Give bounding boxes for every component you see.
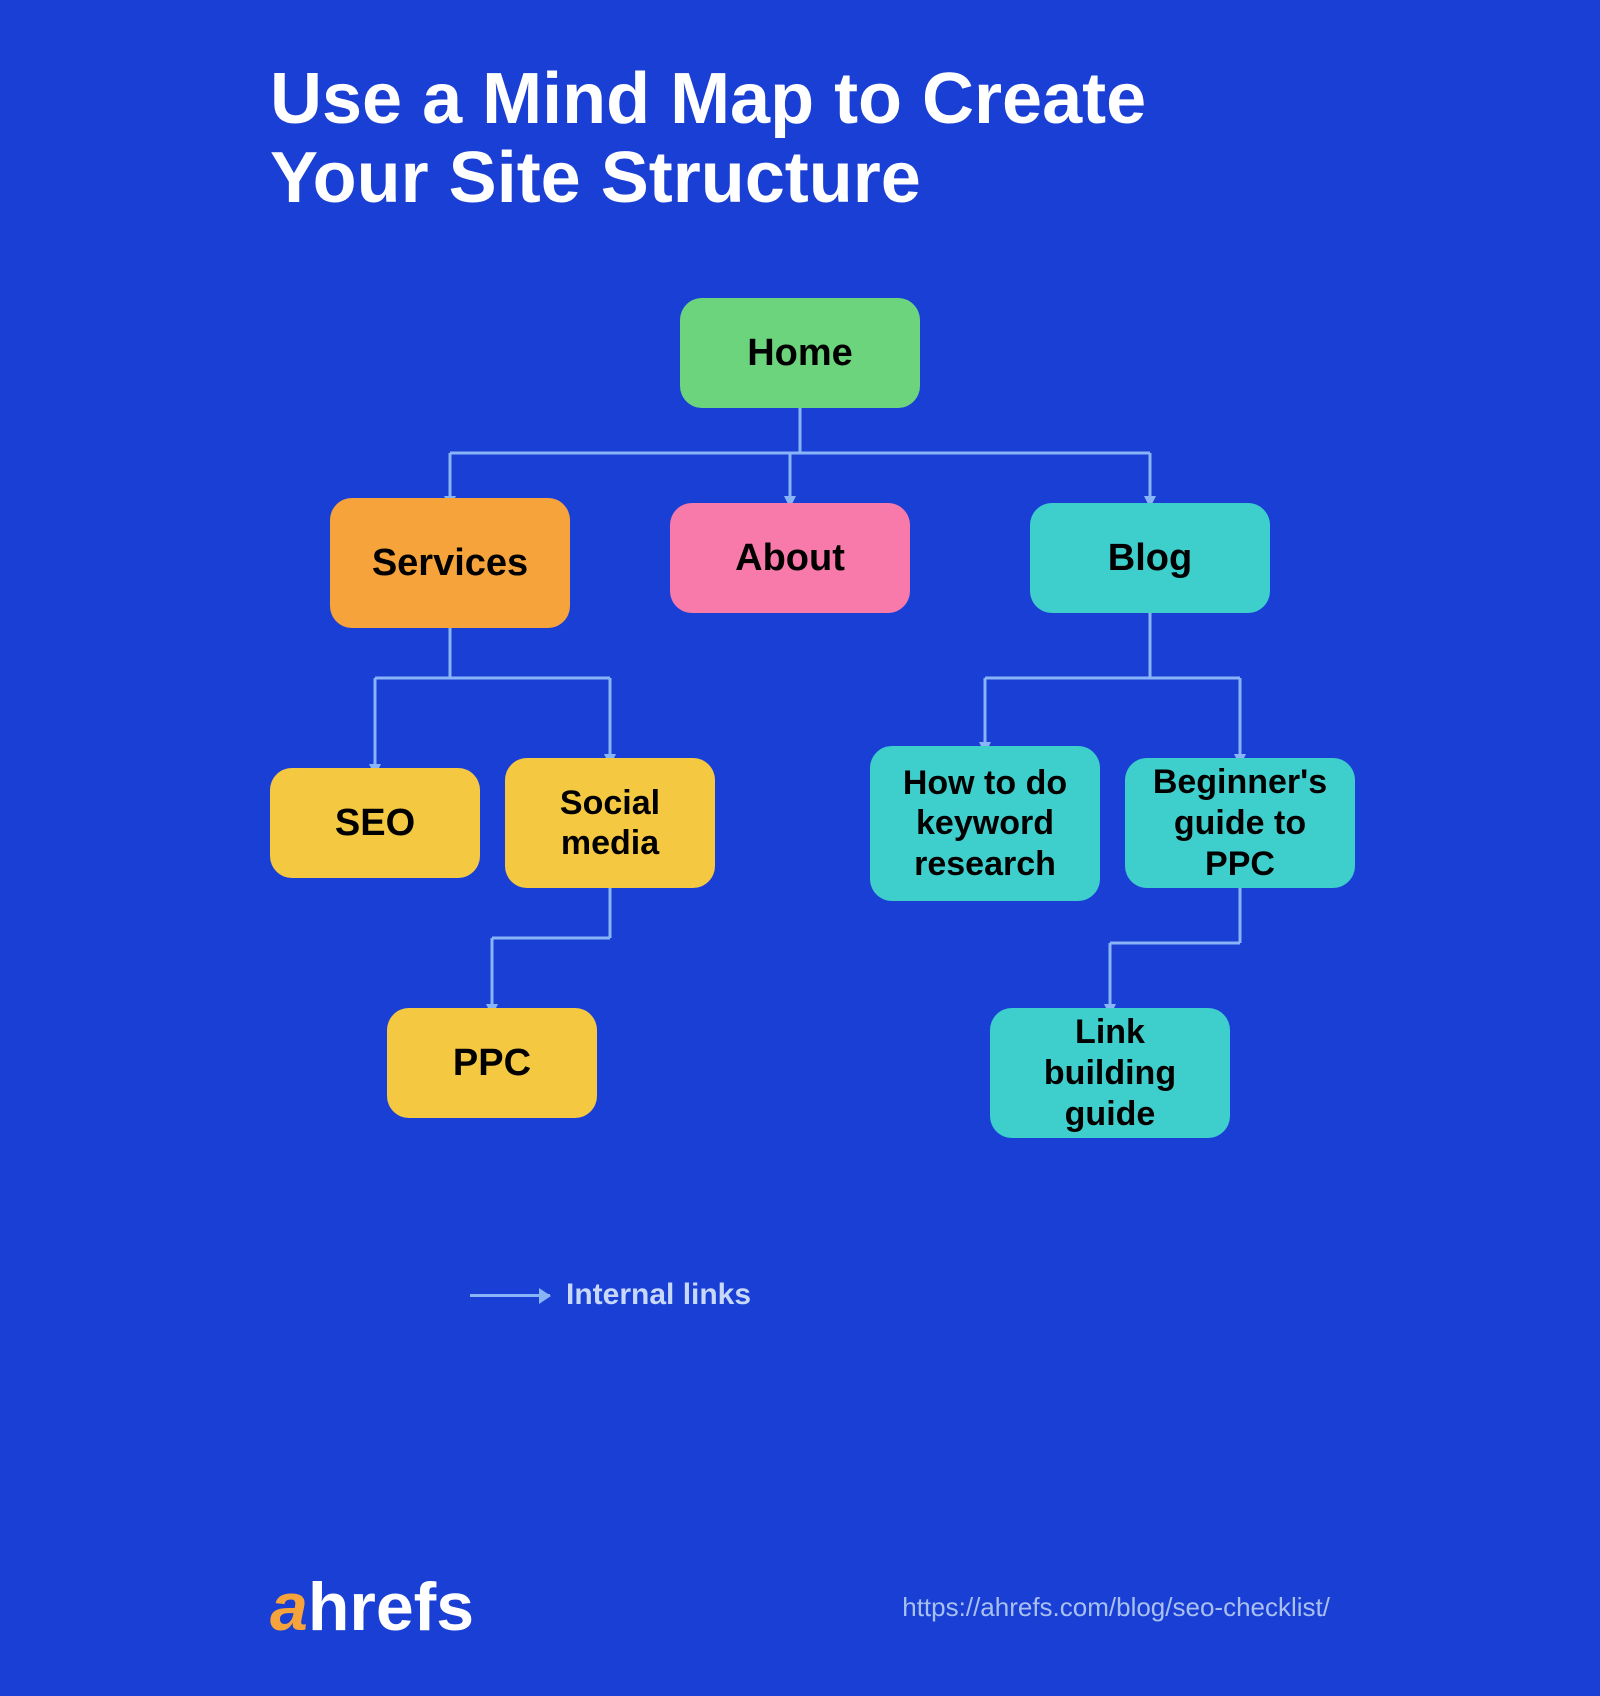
page-title: Use a Mind Map to Create Your Site Struc… bbox=[270, 60, 1330, 218]
legend-label: Internal links bbox=[566, 1278, 751, 1312]
logo-a: a bbox=[270, 1573, 308, 1641]
legend: Internal links bbox=[470, 1278, 1330, 1312]
node-blog: Blog bbox=[1030, 503, 1270, 613]
mindmap-diagram: Home Services About Blog SEO Social medi… bbox=[270, 278, 1330, 1258]
node-social-media: Social media bbox=[505, 758, 715, 888]
footer: a hrefs https://ahrefs.com/blog/seo-chec… bbox=[270, 1573, 1330, 1641]
footer-url: https://ahrefs.com/blog/seo-checklist/ bbox=[902, 1592, 1330, 1623]
node-link-building: Link building guide bbox=[990, 1008, 1230, 1138]
node-keyword-research: How to do keyword research bbox=[870, 746, 1100, 901]
node-beginners-guide: Beginner's guide to PPC bbox=[1125, 758, 1355, 888]
legend-arrow bbox=[470, 1294, 550, 1297]
node-about: About bbox=[670, 503, 910, 613]
node-seo: SEO bbox=[270, 768, 480, 878]
logo-hrefs: hrefs bbox=[308, 1573, 474, 1641]
node-services: Services bbox=[330, 498, 570, 628]
node-ppc: PPC bbox=[387, 1008, 597, 1118]
node-home: Home bbox=[680, 298, 920, 408]
ahrefs-logo: a hrefs bbox=[270, 1573, 474, 1641]
